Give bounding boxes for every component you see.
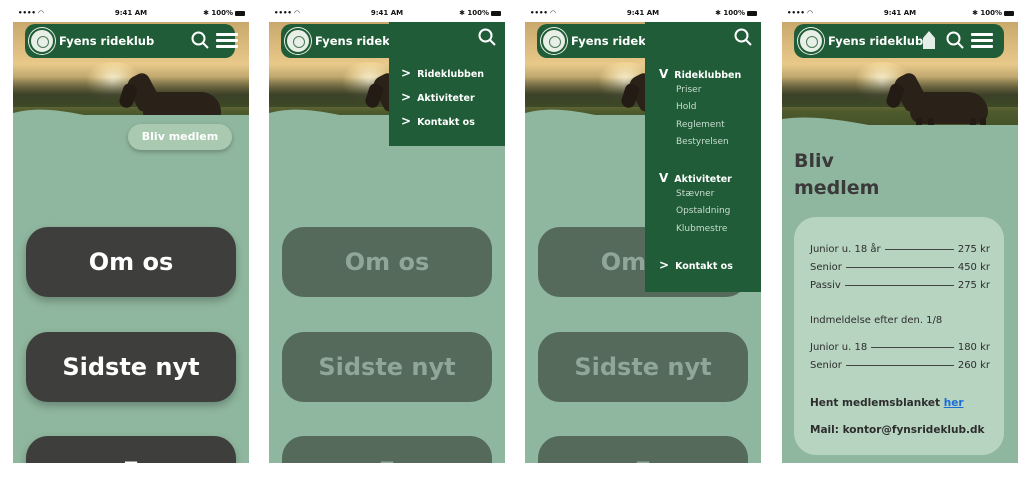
battery-indicator: ✱ 100% [972,9,1014,17]
menu-item-kontakt[interactable]: > Kontakt os [659,258,733,272]
menu-section-rideklubben[interactable]: V Rideklubben [659,67,741,81]
top-navbar: Fyens rideklub [25,24,238,58]
price-value: 180 kr [957,342,990,353]
form-download-text: Hent medlemsblanket her [810,397,964,409]
news-button[interactable]: Sidste nyt [538,332,748,402]
menu-item-label: Rideklubben [417,69,485,80]
club-logo-icon[interactable] [285,28,311,54]
submenu-bestyrelsen[interactable]: Bestyrelsen [676,137,729,147]
dropdown-menu-expanded: V Rideklubben Priser Hold Reglement Besty… [645,22,761,292]
price-row: Senior 260 kr [810,360,990,371]
chevron-down-icon: V [659,67,669,81]
chevron-right-icon: > [401,90,412,104]
page-title-line: medlem [794,177,880,199]
brand-name[interactable]: Fyens rideklub [59,34,154,48]
phone-menu-expanded: •••• ◠ 9:41 AM ✱ 100% Fyens ridekl Om os… [525,0,761,463]
third-button[interactable]: F [26,436,236,463]
price-value: 275 kr [957,244,990,255]
submenu-klubmestre[interactable]: Klubmestre [676,224,727,234]
chevron-right-icon: > [401,114,412,128]
top-navbar: Fyens rideklub [794,24,1004,58]
search-icon[interactable] [734,28,752,46]
chevron-right-icon: > [401,66,412,80]
price-value: 260 kr [957,360,990,371]
price-label: Junior u. 18 [810,342,868,353]
late-enrollment-note: Indmeldelse efter den. 1/8 [810,315,943,326]
brand-name[interactable]: Fyens ridekl [571,34,650,48]
status-bar: •••• ◠ 9:41 AM ✱ 100% [525,0,761,22]
hamburger-menu-icon[interactable] [971,33,993,49]
join-button[interactable]: Bliv medlem [128,124,232,150]
page-title-line: Bliv [794,150,834,172]
price-row: Junior u. 18 180 kr [810,342,990,353]
price-label: Passiv [810,280,841,291]
price-label: Junior u. 18 år [810,244,881,255]
brand-name[interactable]: Fyens rideklub [828,34,923,48]
club-logo-icon[interactable] [798,28,824,54]
submenu-staevner[interactable]: Stævner [676,189,714,199]
phone-home: •••• ◠ 9:41 AM ✱ 100% Fyens rideklub Bli… [13,0,249,463]
submenu-reglement[interactable]: Reglement [676,120,725,130]
membership-card: Junior u. 18 år 275 kr Senior 450 kr Passi… [794,217,1004,455]
home-icon[interactable] [922,30,936,50]
search-icon[interactable] [191,31,209,49]
menu-section-aktiviteter[interactable]: V Aktiviteter [659,171,732,185]
price-row: Passiv 275 kr [810,280,990,291]
submenu-hold[interactable]: Hold [676,102,697,112]
form-download-link[interactable]: her [944,397,964,409]
chevron-right-icon: > [659,258,670,272]
status-bar: •••• ◠ 9:41 AM ✱ 100% [13,0,249,22]
about-button[interactable]: Om os [26,227,236,297]
phone-membership: •••• ◠ 9:41 AM ✱ 100% Fyens rideklub Bli… [782,0,1018,463]
menu-item-label: Kontakt os [417,117,475,128]
submenu-priser[interactable]: Priser [676,85,701,95]
search-icon[interactable] [478,28,496,46]
status-bar: •••• ◠ 9:41 AM ✱ 100% [782,0,1018,22]
third-button[interactable]: F [538,436,748,463]
price-label: Senior [810,262,842,273]
battery-indicator: ✱ 100% [715,9,757,17]
battery-indicator: ✱ 100% [459,9,501,17]
menu-item-rideklubben[interactable]: > Rideklubben [401,66,484,80]
menu-item-aktiviteter[interactable]: > Aktiviteter [401,90,475,104]
search-icon[interactable] [946,31,964,49]
hamburger-menu-icon[interactable] [216,33,238,49]
third-button[interactable]: F [282,436,492,463]
submenu-opstaldning[interactable]: Opstaldning [676,206,730,216]
form-download-label: Hent medlemsblanket [810,397,941,409]
menu-item-label: Kontakt os [675,261,733,272]
news-button[interactable]: Sidste nyt [26,332,236,402]
club-logo-icon[interactable] [29,28,55,54]
phone-menu-collapsed: •••• ◠ 9:41 AM ✱ 100% Fyens ridekl Om os… [269,0,505,463]
status-bar: •••• ◠ 9:41 AM ✱ 100% [269,0,505,22]
contact-mail[interactable]: Mail: kontor@fynsrideklub.dk [810,424,985,436]
menu-section-label: Rideklubben [674,70,742,81]
menu-item-kontakt[interactable]: > Kontakt os [401,114,475,128]
price-row: Senior 450 kr [810,262,990,273]
page-title: Bliv medlem [794,148,879,202]
price-label: Senior [810,360,842,371]
price-value: 275 kr [957,280,990,291]
chevron-down-icon: V [659,171,669,185]
about-button[interactable]: Om os [282,227,492,297]
price-row: Junior u. 18 år 275 kr [810,244,990,255]
battery-indicator: ✱ 100% [203,9,245,17]
menu-item-label: Aktiviteter [417,93,475,104]
dropdown-menu: > Rideklubben > Aktiviteter > Kontakt os [389,22,505,146]
news-button[interactable]: Sidste nyt [282,332,492,402]
club-logo-icon[interactable] [541,28,567,54]
price-value: 450 kr [957,262,990,273]
brand-name[interactable]: Fyens ridekl [315,34,394,48]
menu-section-label: Aktiviteter [674,174,732,185]
